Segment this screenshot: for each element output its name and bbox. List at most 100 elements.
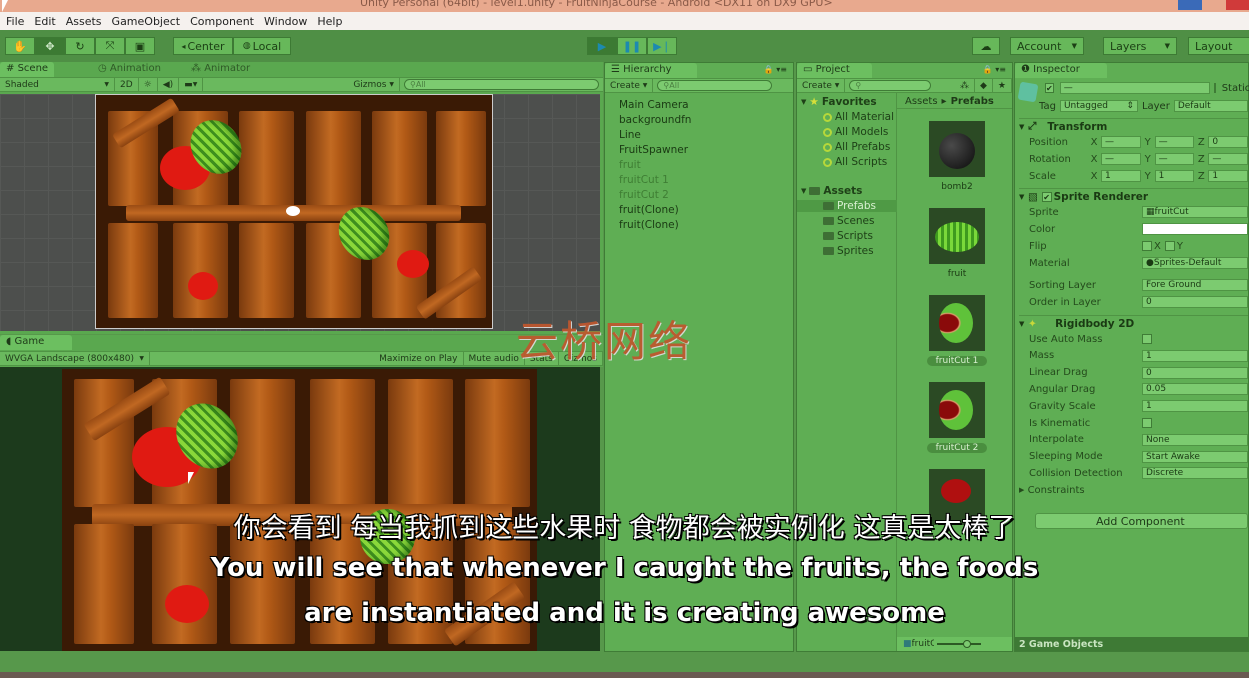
hierarchy-search-input[interactable]: ⚲ All <box>657 80 773 91</box>
scene-search-input[interactable]: ⚲ All <box>404 79 599 90</box>
step-button[interactable]: ▶❘ <box>647 37 677 55</box>
account-dropdown[interactable]: Account ▼ <box>1010 37 1084 55</box>
assets-header[interactable]: ▼ Assets <box>801 185 862 197</box>
menu-window[interactable]: Window <box>260 15 313 28</box>
scale-x-input[interactable]: 1 <box>1101 170 1141 182</box>
rigidbody-input[interactable]: 0 <box>1142 366 1248 379</box>
scene-viewport[interactable] <box>0 94 600 331</box>
order-in-layer-input[interactable]: 0 <box>1142 296 1248 308</box>
menu-gameobject[interactable]: GameObject <box>108 15 187 28</box>
effects-dropdown[interactable]: ▬ ▼ <box>179 78 204 91</box>
menu-component[interactable]: Component <box>186 15 260 28</box>
pivot-toggle[interactable]: ◂ Center <box>173 37 233 55</box>
menu-file[interactable]: File <box>2 15 30 28</box>
rotation-x-input[interactable]: — <box>1101 153 1141 165</box>
cloud-button[interactable]: ☁ <box>972 37 1000 55</box>
hierarchy-item[interactable]: fruitCut 1 <box>619 174 669 186</box>
rigidbody2d-header[interactable]: ▼ ✦ Rigidbody 2D <box>1019 315 1248 331</box>
hierarchy-item[interactable]: backgroundfn <box>619 114 691 126</box>
hierarchy-create-button[interactable]: Create ▼ <box>605 79 654 92</box>
tab-hierarchy[interactable]: ☰ Hierarchy <box>605 63 697 78</box>
pause-button[interactable]: ❚❚ <box>617 37 647 55</box>
play-button[interactable]: ▶ <box>587 37 617 55</box>
menu-edit[interactable]: Edit <box>30 15 61 28</box>
tab-animation[interactable]: ◷ Animation <box>92 62 167 77</box>
resolution-dropdown[interactable]: WVGA Landscape (800x480) ▼ <box>0 352 150 365</box>
tab-inspector[interactable]: ❶ Inspector <box>1015 63 1107 78</box>
project-create-button[interactable]: Create ▼ <box>797 79 846 92</box>
scale-z-input[interactable]: 1 <box>1208 170 1249 182</box>
sprite-renderer-header[interactable]: ▼ ▧ ✔ Sprite Renderer <box>1019 188 1248 204</box>
rigidbody-checkbox[interactable] <box>1142 418 1152 428</box>
folder-item[interactable]: Prefabs <box>797 200 897 212</box>
shading-dropdown[interactable]: Shaded ▼ <box>0 78 115 91</box>
hand-tool-button[interactable]: ✋ <box>5 37 35 55</box>
rigidbody-input[interactable]: 1 <box>1142 349 1248 362</box>
hierarchy-item[interactable]: fruit <box>619 159 641 171</box>
layout-dropdown[interactable]: Layout <box>1188 37 1249 55</box>
folder-item[interactable]: Scripts <box>823 230 873 242</box>
lighting-toggle[interactable]: ☼ <box>139 78 158 91</box>
filter-type-button[interactable]: ⁂ <box>955 79 975 92</box>
favorite-item[interactable]: All Models <box>823 126 888 138</box>
prefab-asset[interactable] <box>929 208 985 264</box>
hierarchy-item[interactable]: FruitSpawner <box>619 144 688 156</box>
tab-project[interactable]: ▭ Project <box>797 63 872 78</box>
breadcrumb-prefabs[interactable]: Prefabs <box>951 96 994 107</box>
scale-tool-button[interactable]: ⤧ <box>95 37 125 55</box>
2d-toggle[interactable]: 2D <box>115 78 139 91</box>
favorite-item[interactable]: All Scripts <box>823 156 887 168</box>
material-field[interactable]: ● Sprites-Default <box>1142 257 1248 269</box>
layer-dropdown[interactable]: Default <box>1173 100 1248 112</box>
color-field[interactable] <box>1142 223 1248 235</box>
space-toggle[interactable]: ◍ Local <box>233 37 291 55</box>
transform-header[interactable]: ▼ ⤢ Transform <box>1019 118 1248 134</box>
close-button[interactable] <box>1226 0 1249 10</box>
rigidbody-dropdown[interactable]: Start Awake <box>1142 450 1248 463</box>
sprite-field[interactable]: ▦ fruitCut <box>1142 206 1248 218</box>
rigidbody-input[interactable]: 0.05 <box>1142 383 1248 396</box>
tab-scene[interactable]: # Scene <box>0 62 55 77</box>
hierarchy-item[interactable]: fruit(Clone) <box>619 204 679 216</box>
hierarchy-item[interactable]: fruit(Clone) <box>619 219 679 231</box>
minimize-button[interactable] <box>1178 0 1202 10</box>
filter-label-button[interactable]: ◆ <box>975 79 993 92</box>
tag-dropdown[interactable]: Untagged ⇕ <box>1059 100 1138 112</box>
constraints-foldout[interactable]: ▶ Constraints <box>1019 482 1248 498</box>
rigidbody-dropdown[interactable]: Discrete <box>1142 467 1248 480</box>
prefab-asset[interactable] <box>929 382 985 438</box>
rect-tool-button[interactable]: ▣ <box>125 37 155 55</box>
sprite-renderer-enabled-checkbox[interactable]: ✔ <box>1041 191 1052 202</box>
menu-assets[interactable]: Assets <box>62 15 108 28</box>
position-z-input[interactable]: 0 <box>1208 136 1249 148</box>
rotation-y-input[interactable]: — <box>1154 153 1195 165</box>
rotation-z-input[interactable]: — <box>1208 153 1249 165</box>
hierarchy-item[interactable]: Line <box>619 129 641 141</box>
menu-help[interactable]: Help <box>313 15 348 28</box>
rigidbody-checkbox[interactable] <box>1142 334 1152 344</box>
folder-item[interactable]: Sprites <box>823 245 874 257</box>
flip-y-checkbox[interactable] <box>1164 241 1175 251</box>
gizmos-dropdown[interactable]: Gizmos ▼ <box>348 78 400 91</box>
breadcrumb-assets[interactable]: Assets <box>905 96 938 107</box>
audio-toggle[interactable]: ◀) <box>158 78 180 91</box>
rotate-tool-button[interactable]: ↻ <box>65 37 95 55</box>
panel-menu-icon[interactable]: 🔒 ▾≡ <box>983 65 1006 74</box>
flip-x-checkbox[interactable] <box>1142 241 1152 251</box>
sorting-layer-dropdown[interactable]: Fore Ground <box>1142 279 1248 291</box>
prefab-asset[interactable] <box>929 295 985 351</box>
project-search-input[interactable]: ⚲ <box>849 80 932 91</box>
layers-dropdown[interactable]: Layers ▼ <box>1103 37 1177 55</box>
favorites-header[interactable]: ▼ ★ Favorites <box>801 96 877 108</box>
hierarchy-item[interactable]: Main Camera <box>619 99 689 111</box>
prefab-asset[interactable] <box>929 121 985 177</box>
static-checkbox[interactable] <box>1213 83 1216 93</box>
scale-y-input[interactable]: 1 <box>1154 170 1195 182</box>
favorite-item[interactable]: All Material <box>823 111 894 123</box>
active-checkbox[interactable]: ✔ <box>1045 83 1054 93</box>
favorite-button[interactable]: ★ <box>993 79 1012 92</box>
move-tool-button[interactable]: ✥ <box>35 37 65 55</box>
position-y-input[interactable]: — <box>1154 136 1195 148</box>
hierarchy-item[interactable]: fruitCut 2 <box>619 189 669 201</box>
rigidbody-input[interactable]: 1 <box>1142 400 1248 413</box>
